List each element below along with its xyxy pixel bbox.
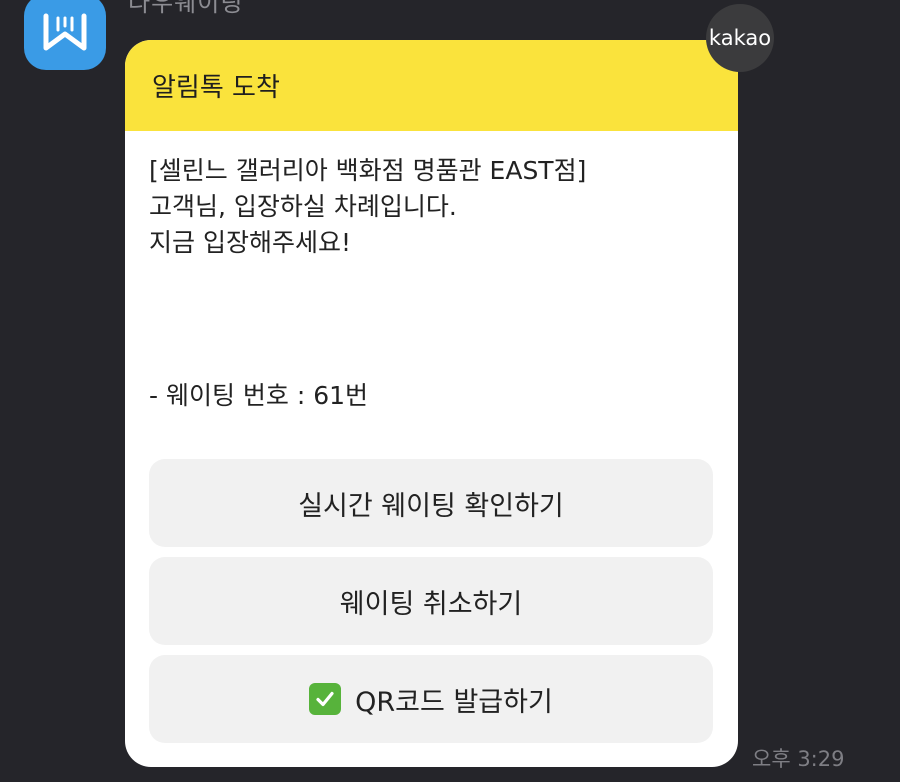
kakao-badge: kakao [706,4,774,72]
waiting-number: - 웨이팅 번호 : 61번 [149,381,369,410]
alimtalk-message-card: 알림톡 도착 [셀린느 갤러리아 백화점 명품관 EAST점] 고객님, 입장하… [125,40,738,767]
card-body: [셀린느 갤러리아 백화점 명품관 EAST점] 고객님, 입장하실 차례입니다… [125,131,738,767]
sender-name: 다우웨이팅 [128,0,244,17]
sender-avatar[interactable] [24,0,106,70]
realtime-waiting-button[interactable]: 실시간 웨이팅 확인하기 [149,459,713,547]
chat-screen: 다우웨이팅 kakao 알림톡 도착 [셀린느 갤러리아 백화점 명품관 EAS… [0,0,900,782]
message-line-enter: 지금 입장해주세요! [149,228,351,257]
cancel-waiting-label: 웨이팅 취소하기 [339,588,523,620]
message-line-store: [셀린느 갤러리아 백화점 명품관 EAST점] [149,156,587,185]
card-header: 알림톡 도착 [125,40,738,131]
message-line-turn: 고객님, 입장하실 차례입니다. [149,192,457,221]
cancel-waiting-button[interactable]: 웨이팅 취소하기 [149,557,713,645]
w-logo-icon [43,13,87,51]
issue-qr-label: QR코드 발급하기 [355,686,553,718]
realtime-waiting-label: 실시간 웨이팅 확인하기 [298,490,564,522]
issue-qr-button[interactable]: QR코드 발급하기 [149,655,713,743]
check-mark-button-icon [309,683,342,715]
card-header-title: 알림톡 도착 [152,73,280,103]
message-timestamp: 오후 3:29 [752,747,845,771]
